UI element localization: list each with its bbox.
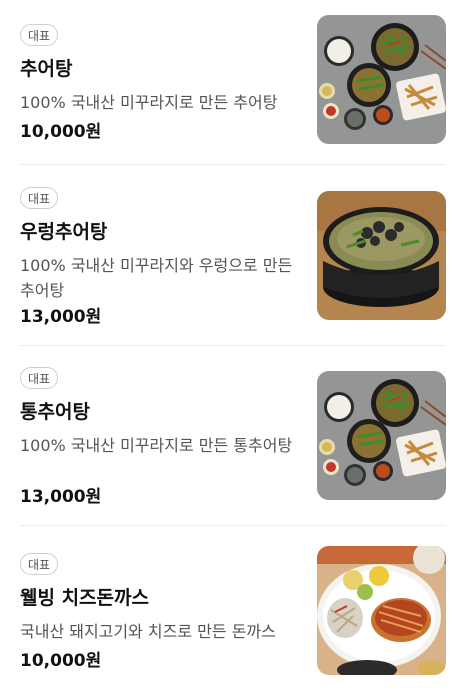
menu-item-name: 우렁추어탕 [20,221,108,243]
menu-item-ureong-chueotang[interactable]: 대표 우렁추어탕 100% 국내산 미꾸라지와 우렁으로 만든 추어탕 13,0… [0,187,466,337]
divider [20,525,446,526]
ureong-chueotang-image [317,191,446,320]
cheese-donkatsu-image [317,546,446,675]
menu-item-chueotang[interactable]: 대표 추어탕 100% 국내산 미꾸라지로 만든 추어탕 10,000원 [0,15,466,148]
menu-item-description: 100% 국내산 미꾸라지로 만든 추어탕 [20,93,278,112]
menu-item-name: 통추어탕 [20,401,90,423]
menu-item-name: 웰빙 치즈돈까스 [20,587,149,609]
menu-item-description: 100% 국내산 미꾸라지로 만든 통추어탕 [20,436,293,455]
signature-badge: 대표 [20,24,59,46]
menu-item-image[interactable] [317,546,446,675]
menu-item-image[interactable] [317,15,446,144]
menu-item-name: 추어탕 [20,58,73,80]
signature-badge: 대표 [20,367,59,389]
divider [20,164,446,165]
signature-badge: 대표 [20,553,59,575]
tong-chueotang-set-image [317,371,446,500]
menu-item-price: 10,000원 [20,651,102,671]
menu-item-tong-chueotang[interactable]: 대표 통추어탕 100% 국내산 미꾸라지로 만든 통추어탕 13,000원 [0,367,466,517]
menu-item-cheese-donkatsu[interactable]: 대표 웰빙 치즈돈까스 국내산 돼지고기와 치즈로 만든 돈까스 10,000원 [0,546,466,683]
menu-item-description: 국내산 돼지고기와 치즈로 만든 돈까스 [20,622,276,641]
menu-item-description: 100% 국내산 미꾸라지와 우렁으로 만든 추어탕 [20,256,293,300]
menu-item-price: 13,000원 [20,307,102,327]
menu-item-image[interactable] [317,191,446,320]
menu-item-price: 10,000원 [20,122,102,142]
chueotang-set-image [317,15,446,144]
divider [20,345,446,346]
menu-item-price: 13,000원 [20,487,102,507]
menu-item-image[interactable] [317,371,446,500]
signature-badge: 대표 [20,187,59,209]
